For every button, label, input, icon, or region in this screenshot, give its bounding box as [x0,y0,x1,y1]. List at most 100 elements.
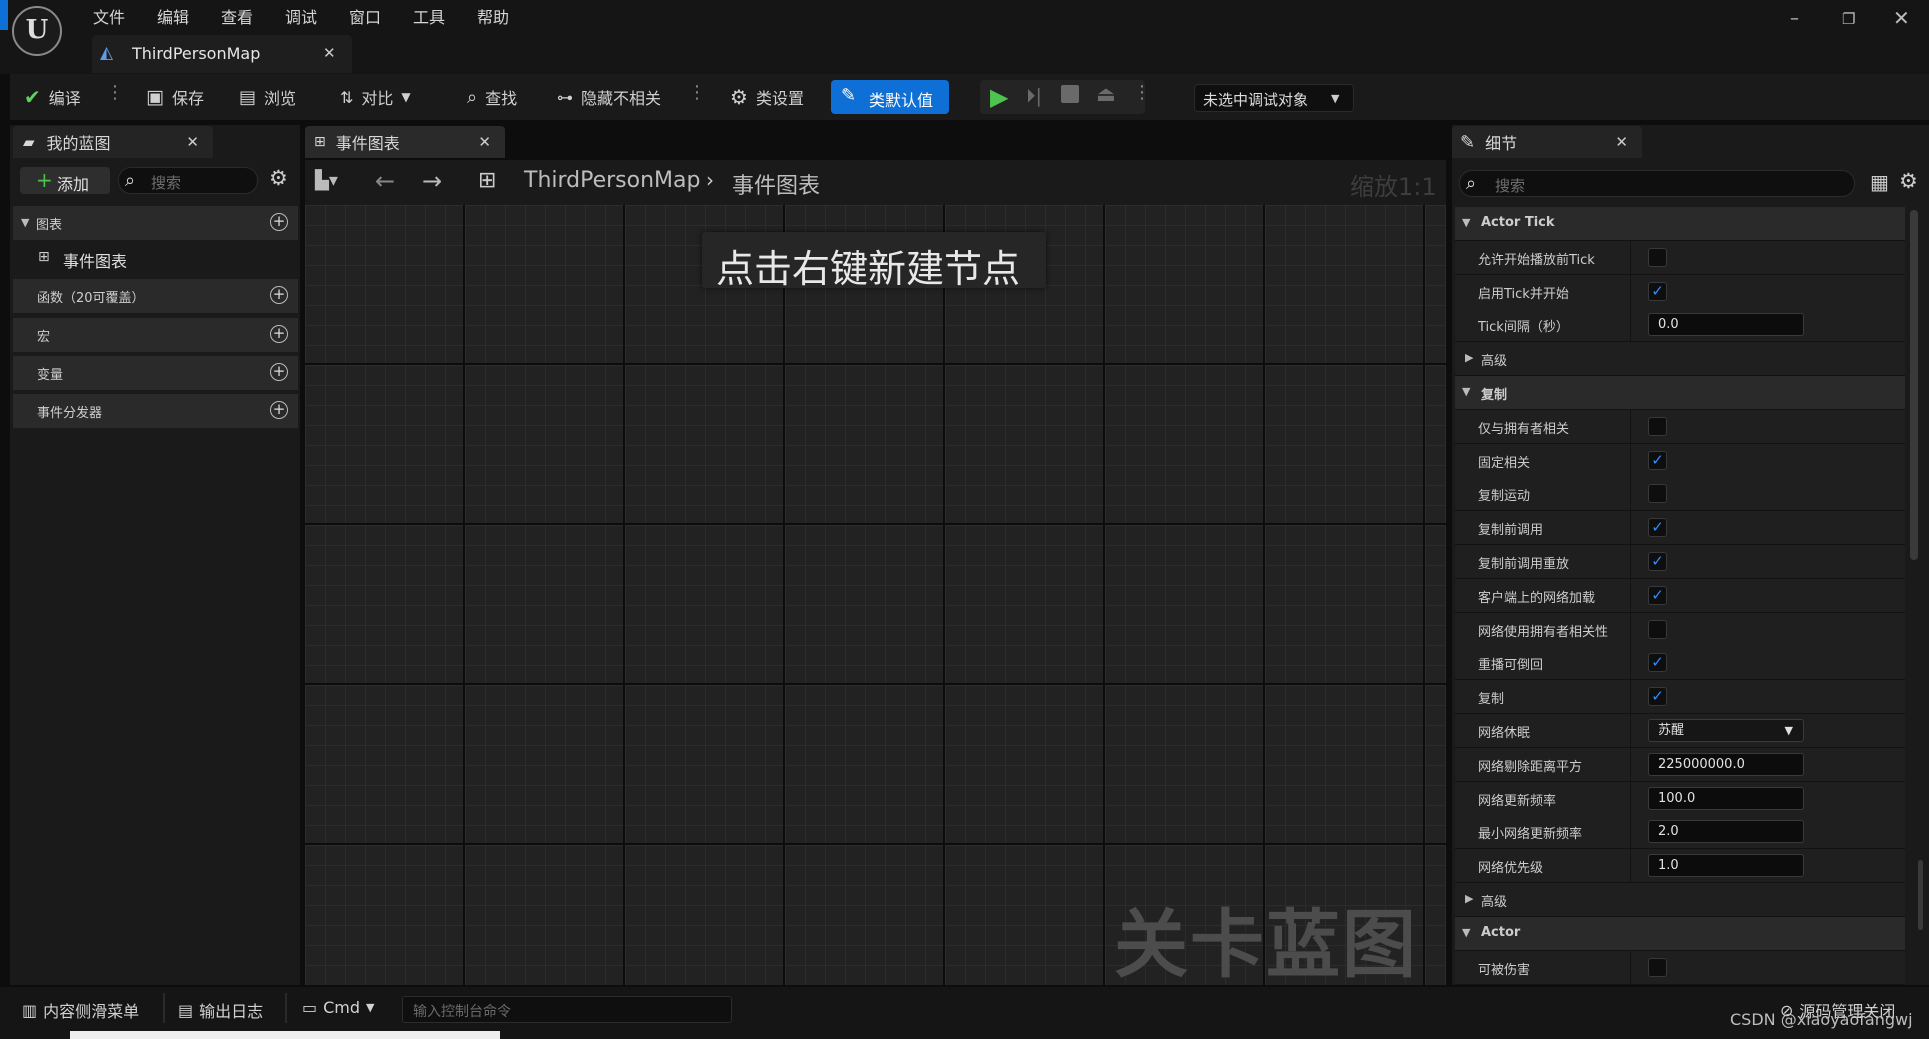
details-number-field[interactable]: 0.0 [1648,313,1804,336]
add-graph-icon[interactable]: + [270,213,288,231]
edge-scrollbar[interactable] [1918,860,1923,930]
details-advanced-toggle[interactable]: ▶ 高级 [1455,342,1905,376]
debug-target-dropdown[interactable]: 未选中调试对象 ▼ [1194,84,1354,112]
close-tab-icon[interactable]: ✕ [186,133,199,151]
bookmark-icon[interactable]: ▙▾ [315,170,338,191]
add-macro-icon[interactable]: + [270,325,288,343]
event-graph-item[interactable]: ⊞ 事件图表 [13,242,298,274]
menu-tools[interactable]: 工具 [413,4,445,28]
details-section-header[interactable]: ▼ Actor Tick [1455,207,1905,241]
details-section-header[interactable]: ▼ Actor [1455,917,1905,951]
table-view-icon[interactable]: ▦ [1870,170,1889,194]
checkbox-checked[interactable]: ✓ [1648,653,1667,672]
class-defaults-button[interactable]: ✎ 类默认值 [831,80,949,114]
menu-view[interactable]: 查看 [221,4,253,28]
checkbox-checked[interactable]: ✓ [1648,451,1667,470]
details-number-field[interactable]: 100.0 [1648,787,1804,810]
checkbox-unchecked[interactable] [1648,484,1667,503]
back-arrow-icon[interactable]: ← [375,167,395,195]
forward-arrow-icon[interactable]: → [422,167,442,195]
stop-icon[interactable] [1061,85,1079,103]
checkbox-unchecked[interactable] [1648,248,1667,267]
restore-icon[interactable]: ❐ [1842,10,1855,28]
event-graph-canvas[interactable] [305,205,1446,985]
unreal-logo-icon[interactable]: U [12,6,62,56]
collapse-triangle-icon[interactable]: ▶ [1465,351,1473,364]
settings-gear-icon[interactable]: ⚙ [269,166,288,190]
menu-debug[interactable]: 调试 [285,4,317,28]
compile-options-icon[interactable]: ⋮ [106,82,124,110]
browse-button[interactable]: ▤ 浏览 [239,84,296,110]
details-select-field[interactable]: 苏醒 ▼ [1648,719,1804,742]
section-dispatchers[interactable]: 事件分发器 + [13,394,298,428]
play-options-icon[interactable]: ⋮ [1133,82,1151,110]
expand-triangle-icon[interactable]: ▼ [1462,216,1470,229]
document-tab-label: ThirdPersonMap [132,44,261,63]
document-tab[interactable]: ◭ ThirdPersonMap ✕ [92,35,352,73]
eject-icon[interactable]: ⏏ [1096,82,1116,106]
event-graph-tab[interactable]: ⊞ 事件图表 ✕ [305,126,505,158]
section-graphs[interactable]: ▼ 图表 + [13,206,298,240]
search-icon: ⌕ [1466,173,1477,194]
find-button[interactable]: ⌕ 查找 [467,84,517,110]
section-variables[interactable]: 变量 + [13,356,298,390]
details-tab[interactable]: ✎ 细节 ✕ [1452,126,1642,158]
details-advanced-toggle[interactable]: ▶ 高级 [1455,883,1905,917]
column-divider [1630,275,1631,308]
details-number-field[interactable]: 2.0 [1648,820,1804,843]
menu-help[interactable]: 帮助 [477,4,509,28]
details-number-field[interactable]: 225000000.0 [1648,753,1804,776]
my-blueprint-tab[interactable]: ▰ 我的蓝图 ✕ [13,126,213,158]
content-drawer-button[interactable]: ▥ 内容侧滑菜单 [22,998,139,1022]
diff-button[interactable]: ⇅ 对比 ▼ [340,84,411,110]
details-property-row: 允许开始播放前Tick [1455,241,1905,275]
details-number-field[interactable]: 1.0 [1648,854,1804,877]
expand-triangle-icon[interactable]: ▼ [1462,385,1470,398]
menu-window[interactable]: 窗口 [349,4,381,28]
add-dispatcher-icon[interactable]: + [270,401,288,419]
details-section-header[interactable]: ▼ 复制 [1455,376,1905,410]
breadcrumb-root[interactable]: ThirdPersonMap [524,168,700,193]
expand-triangle-icon: ▼ [21,216,30,229]
details-search-input[interactable]: ⌕ 搜索 [1459,170,1855,197]
settings-gear-icon[interactable]: ⚙ [1899,169,1918,193]
details-property-label: 高级 [1481,354,1508,369]
close-tab-icon[interactable]: ✕ [323,44,336,62]
hide-unrelated-button[interactable]: ⊶ 隐藏不相关 [557,84,661,110]
save-button[interactable]: ▣ 保存 [146,84,204,110]
checkbox-checked[interactable]: ✓ [1648,552,1667,571]
step-icon[interactable]: ⏵| [1026,85,1042,107]
minimize-icon[interactable]: – [1790,8,1799,29]
close-window-icon[interactable]: ✕ [1893,6,1910,30]
add-variable-icon[interactable]: + [270,363,288,381]
menu-edit[interactable]: 编辑 [157,4,189,28]
close-tab-icon[interactable]: ✕ [478,133,491,151]
cmd-dropdown[interactable]: ▭ Cmd ▼ [302,998,375,1017]
close-tab-icon[interactable]: ✕ [1615,133,1628,151]
checkbox-checked[interactable]: ✓ [1648,687,1667,706]
output-log-button[interactable]: ▤ 输出日志 [178,998,263,1022]
section-macros[interactable]: 宏 + [13,318,298,352]
checkbox-unchecked[interactable] [1648,417,1667,436]
checkbox-checked[interactable]: ✓ [1648,586,1667,605]
compile-button[interactable]: ✔ 编译 [24,84,81,110]
details-property-label: 可被伤害 [1478,963,1531,978]
menu-file[interactable]: 文件 [93,4,125,28]
add-button[interactable]: + 添加 [20,167,110,194]
checkbox-unchecked[interactable] [1648,620,1667,639]
blueprint-search-input[interactable]: ⌕ 搜索 [118,167,258,194]
expand-triangle-icon[interactable]: ▼ [1462,926,1470,939]
checkbox-unchecked[interactable] [1648,958,1667,977]
details-scrollbar[interactable] [1910,210,1918,560]
collapse-triangle-icon[interactable]: ▶ [1465,892,1473,905]
hide-options-icon[interactable]: ⋮ [688,82,706,110]
play-icon[interactable]: ▶ [990,83,1008,111]
details-property-label: 启用Tick并开始 [1478,287,1569,302]
console-input[interactable]: 输入控制台命令 [402,996,732,1023]
checkbox-checked[interactable]: ✓ [1648,518,1667,537]
add-function-icon[interactable]: + [270,286,288,304]
section-functions[interactable]: 函数（20可覆盖） + [13,279,298,313]
column-divider [1630,308,1631,341]
class-settings-button[interactable]: ⚙ 类设置 [730,84,804,110]
checkbox-checked[interactable]: ✓ [1648,282,1667,301]
